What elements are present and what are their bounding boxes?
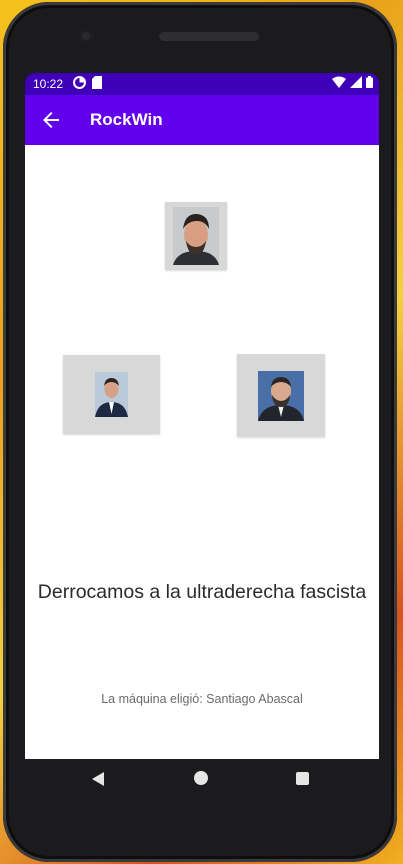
signal-icon: [350, 76, 362, 88]
nav-recents-icon[interactable]: [296, 772, 309, 785]
system-nav-bar: [25, 759, 379, 799]
back-arrow-icon[interactable]: [39, 108, 63, 132]
screen: 10:22 RockWin Derrocamos a la ultraderec…: [25, 73, 379, 759]
data-saver-icon: [73, 76, 86, 89]
option-top-button[interactable]: [165, 202, 227, 270]
portrait-photo-icon: [258, 371, 304, 421]
status-left-icons: [73, 76, 102, 89]
game-content: Derrocamos a la ultraderecha fascista La…: [25, 145, 379, 759]
nav-home-icon[interactable]: [194, 771, 208, 785]
sd-card-icon: [92, 76, 102, 89]
app-title: RockWin: [90, 110, 163, 129]
battery-icon: [366, 76, 373, 88]
portrait-photo-icon: [95, 372, 128, 417]
wifi-icon: [332, 76, 346, 88]
option-right-button[interactable]: [237, 354, 325, 437]
status-right-icons: [332, 76, 373, 88]
option-left-button[interactable]: [63, 355, 160, 434]
portrait-photo-icon: [173, 207, 219, 265]
nav-back-icon[interactable]: [90, 771, 106, 787]
phone-frame: 10:22 RockWin Derrocamos a la ultraderec…: [3, 2, 397, 862]
status-bar: 10:22: [25, 73, 379, 95]
status-time: 10:22: [33, 77, 64, 91]
result-message: Derrocamos a la ultraderecha fascista: [37, 581, 367, 603]
front-camera: [79, 29, 93, 43]
app-bar: RockWin: [25, 95, 379, 145]
earpiece-speaker: [159, 32, 259, 41]
machine-choice-text: La máquina eligió: Santiago Abascal: [101, 692, 303, 706]
